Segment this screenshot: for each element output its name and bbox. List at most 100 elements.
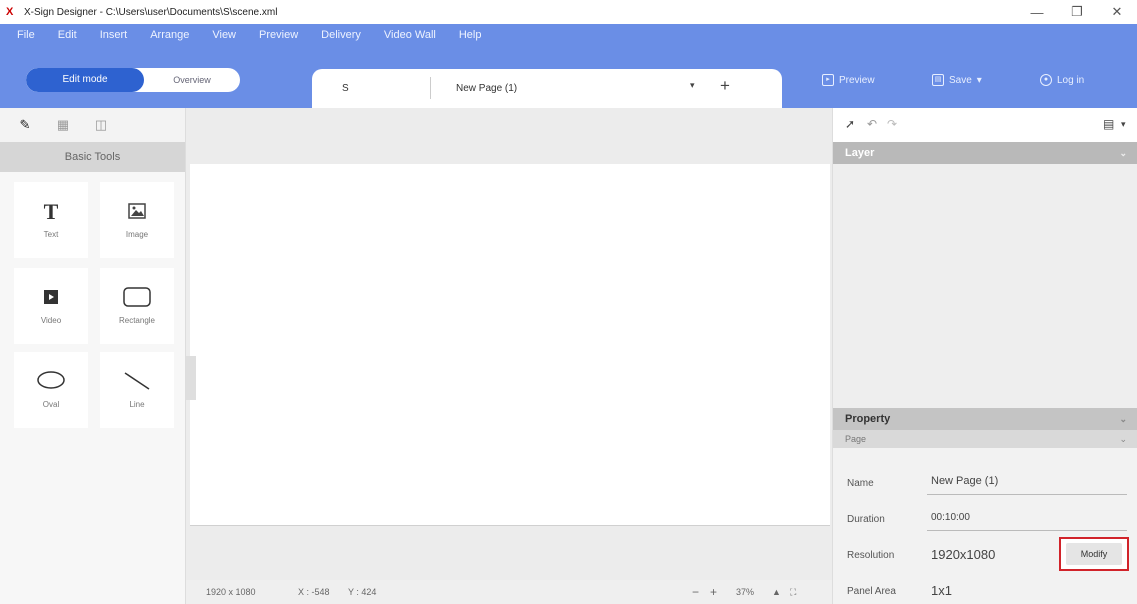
tab-page[interactable]: New Page (1) — [456, 83, 517, 94]
chevron-down-icon: ⌄ — [1119, 414, 1127, 424]
menu-file[interactable]: File — [11, 29, 41, 41]
undo-icon[interactable]: ↶ — [867, 117, 877, 131]
name-label: Name — [847, 478, 874, 489]
tool-label: Oval — [42, 400, 60, 409]
resolution-label: Resolution — [847, 550, 895, 561]
login-button[interactable]: ● Log in — [1040, 74, 1084, 86]
menu-delivery[interactable]: Delivery — [315, 29, 367, 41]
tab-dropdown-icon[interactable]: ▾ — [690, 80, 695, 91]
panel-area-value: 1x1 — [931, 583, 952, 598]
tool-label: Image — [125, 230, 149, 239]
zoom-up-icon[interactable]: ▲ — [772, 587, 781, 597]
status-bar: 1920 x 1080 X : -548 Y : 424 − + 37% ▲ ⛶ — [186, 580, 832, 604]
tool-label: Video — [40, 316, 62, 325]
widgets-tab[interactable]: ▦ — [50, 115, 76, 135]
tab-scene[interactable]: S — [342, 83, 349, 94]
duration-field[interactable]: 00:10:00 — [931, 512, 970, 523]
image-icon — [100, 200, 174, 224]
tool-video[interactable]: Video — [14, 268, 88, 344]
tool-rectangle[interactable]: Rectangle — [100, 268, 174, 344]
property-title: Property — [845, 413, 891, 425]
menu-view[interactable]: View — [206, 29, 242, 41]
template-icon: ◫ — [94, 117, 108, 132]
property-header[interactable]: Property ⌄ — [833, 408, 1137, 430]
pencil-icon: ✎ — [19, 117, 31, 132]
menu-preview[interactable]: Preview — [253, 29, 304, 41]
chevron-down-icon: ⌄ — [1119, 434, 1127, 444]
tool-text[interactable]: T Text — [14, 182, 88, 258]
tab-divider — [430, 77, 431, 99]
prop-duration-row: Duration 00:10:00 — [833, 502, 1137, 538]
canvas-area — [186, 108, 832, 580]
modify-resolution-button[interactable]: Modify — [1059, 537, 1129, 571]
duration-label: Duration — [847, 514, 885, 525]
menu-help[interactable]: Help — [453, 29, 488, 41]
mode-toggle[interactable]: Edit mode Overview — [26, 68, 240, 92]
tool-line[interactable]: Line — [100, 352, 174, 428]
menu-bar: File Edit Insert Arrange View Preview De… — [0, 24, 1137, 46]
tool-oval[interactable]: Oval — [14, 352, 88, 428]
tools-panel: ✎ ▦ ◫ Basic Tools T Text Image Video Rec… — [0, 108, 186, 604]
name-underline — [927, 494, 1127, 495]
save-dropdown-icon: ▾ — [976, 74, 982, 86]
right-panel: ➚ ↶ ↷ ▤ ▾ Layer ⌄ Property ⌄ Page ⌄ Name… — [832, 108, 1137, 604]
canvas-resolution: 1920 x 1080 — [206, 587, 256, 597]
chevron-down-icon: ⌄ — [1119, 148, 1127, 158]
resolution-value: 1920x1080 — [931, 547, 996, 562]
templates-tab[interactable]: ◫ — [88, 115, 114, 135]
edit-mode-button[interactable]: Edit mode — [26, 68, 144, 92]
page-tabbar: S New Page (1) ▾ + — [312, 69, 782, 108]
panel-collapse-handle[interactable] — [186, 356, 196, 400]
select-cursor-icon[interactable]: ➚ — [845, 117, 855, 131]
maximize-button[interactable]: ❐ — [1057, 0, 1097, 24]
rectangle-icon — [100, 286, 174, 310]
modify-label: Modify — [1066, 543, 1122, 565]
add-page-button[interactable]: + — [720, 76, 730, 96]
overview-button[interactable]: Overview — [144, 68, 240, 92]
tool-label: Rectangle — [118, 316, 156, 325]
layer-header[interactable]: Layer ⌄ — [833, 142, 1137, 164]
widget-icon: ▦ — [56, 117, 70, 132]
close-button[interactable]: ✕ — [1097, 0, 1137, 24]
layer-title: Layer — [845, 147, 875, 159]
zoom-in-button[interactable]: + — [710, 585, 717, 599]
align-icon[interactable]: ▤ — [1103, 117, 1114, 131]
save-button[interactable]: ▤ Save ▾ — [932, 74, 982, 86]
zoom-level[interactable]: 37% — [736, 587, 754, 597]
page-canvas[interactable] — [190, 164, 830, 526]
main-toolbar: Edit mode Overview S New Page (1) ▾ + ▸ … — [0, 46, 1137, 108]
save-label: Save — [949, 74, 972, 86]
cursor-x: X : -548 — [298, 587, 330, 597]
menu-arrange[interactable]: Arrange — [144, 29, 195, 41]
oval-icon — [14, 370, 88, 394]
preview-label: Preview — [839, 74, 875, 86]
layer-list — [833, 164, 1137, 408]
tools-tab[interactable]: ✎ — [12, 115, 38, 135]
line-icon — [100, 370, 174, 394]
play-icon: ▸ — [822, 74, 834, 86]
tool-image[interactable]: Image — [100, 182, 174, 258]
duration-underline — [927, 530, 1127, 531]
menu-insert[interactable]: Insert — [94, 29, 134, 41]
preview-button[interactable]: ▸ Preview — [822, 74, 875, 86]
redo-icon[interactable]: ↷ — [887, 117, 897, 131]
tool-label: Line — [129, 400, 145, 409]
fit-screen-icon[interactable]: ⛶ — [790, 587, 796, 598]
cursor-y: Y : 424 — [348, 587, 377, 597]
window-title: X-Sign Designer - C:\Users\user\Document… — [24, 6, 278, 18]
menu-video-wall[interactable]: Video Wall — [378, 29, 442, 41]
login-label: Log in — [1057, 74, 1085, 86]
left-tabbar: ✎ ▦ ◫ — [0, 108, 185, 142]
user-icon: ● — [1040, 74, 1052, 86]
app-logo-icon: X — [6, 6, 14, 18]
prop-name-row: Name New Page (1) — [833, 466, 1137, 502]
align-dropdown-icon[interactable]: ▾ — [1121, 119, 1126, 130]
menu-edit[interactable]: Edit — [52, 29, 83, 41]
page-section-title: Page — [845, 434, 867, 444]
minimize-button[interactable]: — — [1017, 0, 1057, 24]
video-icon — [14, 286, 88, 310]
zoom-out-button[interactable]: − — [692, 585, 699, 599]
save-icon: ▤ — [932, 74, 944, 86]
page-section-header[interactable]: Page ⌄ — [833, 430, 1137, 448]
name-field[interactable]: New Page (1) — [931, 475, 998, 487]
